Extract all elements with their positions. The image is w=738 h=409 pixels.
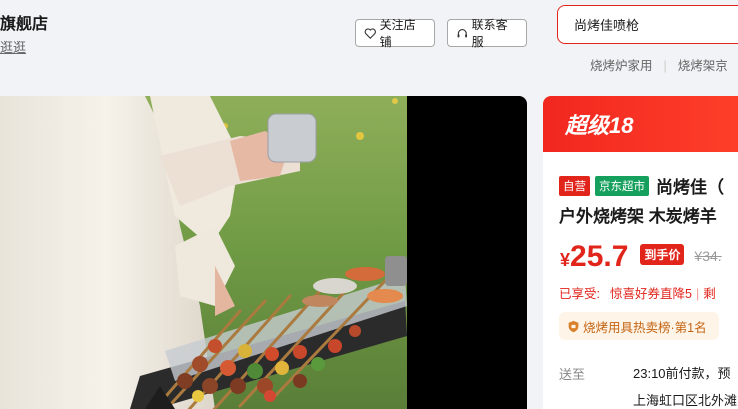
promo-banner[interactable]: 超级18 xyxy=(543,96,738,152)
final-price-badge: 到手价 xyxy=(640,244,685,265)
discount-label: 已享受: xyxy=(559,287,600,301)
ranking-badge[interactable]: 烧烤用具热卖榜·第1名 xyxy=(559,312,719,340)
headset-icon xyxy=(457,28,468,37)
store-name[interactable]: 旗舰店 xyxy=(0,10,48,34)
follow-store-label: 关注店铺 xyxy=(379,18,416,49)
discount-more: 剩 xyxy=(703,287,716,301)
discount-divider: | xyxy=(695,287,700,301)
coupon-discount: 惊喜好券直降5 xyxy=(609,287,692,301)
currency-symbol: ¥ xyxy=(560,250,571,270)
product-title-line1: 自营 京东超市 尚烤佳（ xyxy=(559,173,724,198)
shield-icon xyxy=(568,320,579,332)
ship-to-label: 送至 xyxy=(559,367,586,382)
final-price: 25.7 xyxy=(570,240,629,273)
contact-service-button[interactable]: 联系客服 xyxy=(447,18,527,49)
product-title-line2: 户外烧烤架 木炭烤羊 xyxy=(559,207,717,226)
search-input[interactable]: 尚烤佳喷枪 xyxy=(557,5,738,44)
product-video-gallery[interactable] xyxy=(0,96,527,409)
hot-word-divider: | xyxy=(663,59,667,73)
store-browse-link[interactable]: 逛逛 xyxy=(0,37,26,56)
discount-row[interactable]: 已享受: 惊喜好券直降5 | 剩 xyxy=(559,283,716,302)
jd-supermarket-tag: 京东超市 xyxy=(595,175,649,196)
heart-icon xyxy=(364,27,376,39)
self-operated-tag: 自营 xyxy=(559,175,590,196)
follow-store-button[interactable]: 关注店铺 xyxy=(355,18,435,49)
product-info-panel: 超级18 自营 京东超市 尚烤佳（ 户外烧烤架 木炭烤羊 ¥ 25.7 到手价 … xyxy=(543,96,738,409)
ship-time: 23:10前付款，预 xyxy=(633,366,731,381)
product-photo xyxy=(0,96,407,409)
hot-word-link[interactable]: 烧烤炉家用 xyxy=(590,59,653,73)
hot-word-link[interactable]: 烧烤架京 xyxy=(678,59,728,73)
search-input-value: 尚烤佳喷枪 xyxy=(574,18,640,33)
product-title-text: 尚烤佳（ xyxy=(656,178,724,197)
contact-service-label: 联系客服 xyxy=(471,18,508,49)
hot-search-words: 烧烤炉家用 | 烧烤架京 xyxy=(590,55,738,74)
original-price: ¥34. xyxy=(694,248,722,264)
ranking-text: 烧烤用具热卖榜·第1名 xyxy=(583,320,707,335)
ship-address[interactable]: 上海虹口区北外滩 xyxy=(633,390,737,409)
price-row: ¥ 25.7 到手价 ¥34. xyxy=(560,240,722,274)
